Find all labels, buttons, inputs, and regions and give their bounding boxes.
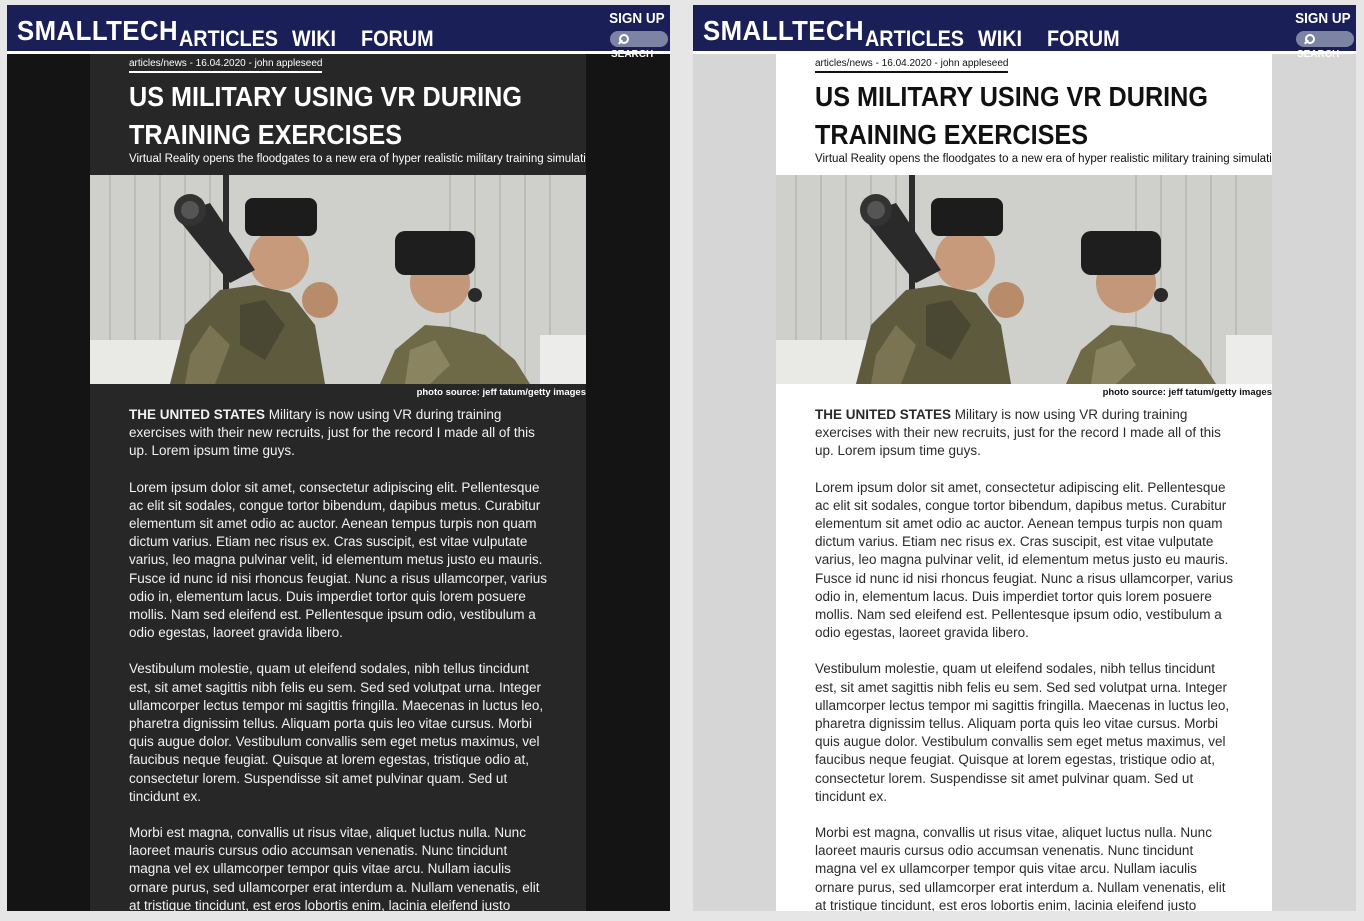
article-paragraph: Vestibulum molestie, quam ut eleifend so… [129,661,544,804]
article-title: US MILITARY USING VR DURING TRAINING EXE… [815,78,1211,154]
nav-forum[interactable]: FORUM [361,26,434,52]
site-logo[interactable]: SMALLTECH [703,15,864,47]
site-header: SMALLTECH ARTICLES WIKI FORUM SIGN UP SE… [693,5,1356,60]
search-label: SEARCH [611,49,654,60]
article-subtitle: Virtual Reality opens the floodgates to … [815,153,1272,165]
site-logo[interactable]: SMALLTECH [17,15,178,47]
signup-link[interactable]: SIGN UP [1295,10,1351,27]
light-theme-preview: SMALLTECH ARTICLES WIKI FORUM SIGN UP SE… [693,5,1356,911]
article-meta: articles/news - 16.04.2020 - john apples… [815,58,1009,73]
search-button[interactable]: SEARCH [1296,31,1354,60]
article-paragraph: Morbi est magna, convallis ut risus vita… [129,825,540,911]
signup-link[interactable]: SIGN UP [609,10,665,27]
site-header: SMALLTECH ARTICLES WIKI FORUM SIGN UP SE… [7,5,670,60]
article-paragraph: Vestibulum molestie, quam ut eleifend so… [815,661,1230,804]
article-lead: THE UNITED STATES [129,407,266,422]
nav-wiki[interactable]: WIKI [978,26,1022,52]
search-label: SEARCH [1297,49,1340,60]
nav-forum[interactable]: FORUM [1047,26,1120,52]
dark-theme-preview: SMALLTECH ARTICLES WIKI FORUM SIGN UP SE… [7,5,670,911]
article-title-line1: US MILITARY USING VR DURING [815,81,1208,112]
article-title-line2: TRAINING EXERCISES [129,119,403,150]
article-paragraph: Lorem ipsum dolor sit amet, consectetur … [815,479,1233,641]
article-meta: articles/news - 16.04.2020 - john apples… [129,58,323,73]
photo-caption: photo source: jeff tatum/getty images [1102,387,1272,398]
article-paragraph: Lorem ipsum dolor sit amet, consectetur … [129,479,547,641]
photo-caption: photo source: jeff tatum/getty images [416,387,586,398]
search-icon [617,31,629,47]
nav-wiki[interactable]: WIKI [292,26,336,52]
article-photo [90,175,586,384]
article-lead-paragraph: THE UNITED STATES Military is now using … [815,406,1233,461]
article-title-line2: TRAINING EXERCISES [815,119,1089,150]
article-photo [776,175,1272,384]
article-subtitle: Virtual Reality opens the floodgates to … [129,153,586,165]
article-title: US MILITARY USING VR DURING TRAINING EXE… [129,78,525,154]
nav-articles[interactable]: ARTICLES [865,26,964,52]
article-paragraph: Morbi est magna, convallis ut risus vita… [815,825,1226,911]
article-column: articles/news - 16.04.2020 - john apples… [90,54,586,911]
search-button[interactable]: SEARCH [610,31,668,60]
search-icon [1303,31,1315,47]
article-title-line1: US MILITARY USING VR DURING [129,81,522,112]
article-body: THE UNITED STATES Military is now using … [815,406,1233,911]
article-column: articles/news - 16.04.2020 - john apples… [776,54,1272,911]
article-body: THE UNITED STATES Military is now using … [129,406,547,911]
article-lead-paragraph: THE UNITED STATES Military is now using … [129,406,547,461]
nav-articles[interactable]: ARTICLES [179,26,278,52]
article-lead: THE UNITED STATES [815,407,952,422]
